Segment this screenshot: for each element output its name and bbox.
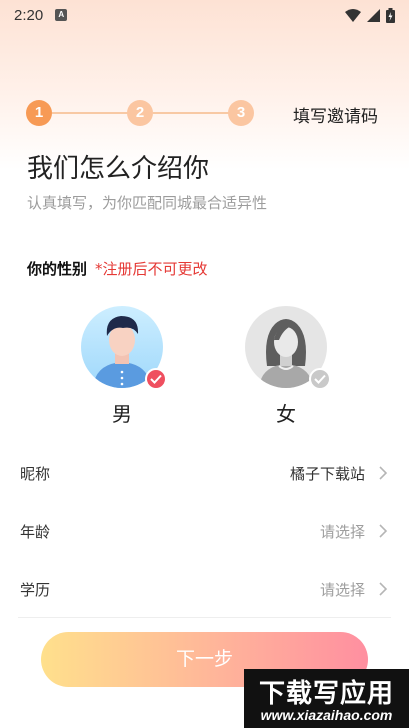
- gender-option-female[interactable]: [245, 306, 331, 390]
- gender-option-male[interactable]: [81, 306, 167, 390]
- education-label: 学历: [20, 580, 51, 599]
- form-row-age[interactable]: 年龄 请选择: [0, 502, 409, 560]
- status-time: 2:20: [14, 6, 44, 24]
- form-divider: [18, 617, 391, 618]
- battery-icon: [386, 7, 395, 23]
- age-label: 年龄: [20, 522, 51, 541]
- gender-heading: 你的性别 *注册后不可更改: [27, 258, 208, 279]
- watermark-logo: 下载写应用 www.xiazaihao.com: [244, 669, 409, 728]
- nickname-label: 昵称: [20, 464, 51, 483]
- page-subtitle: 认真填写，为你匹配同城最合适异性: [27, 194, 268, 212]
- gender-option-male-label[interactable]: 男: [102, 398, 142, 427]
- page-title: 我们怎么介绍你: [27, 154, 210, 184]
- status-icons: [345, 7, 395, 23]
- selected-check-icon: [145, 368, 167, 390]
- watermark-url: www.xiazaihao.com: [260, 707, 393, 723]
- wifi-icon: [345, 8, 361, 22]
- gender-option-female-label[interactable]: 女: [266, 398, 306, 427]
- step-2: 2: [127, 100, 153, 126]
- chevron-right-icon: [379, 466, 388, 480]
- form-row-education[interactable]: 学历 请选择: [0, 560, 409, 618]
- chevron-right-icon: [379, 524, 388, 538]
- nickname-value[interactable]: 橘子下载站: [290, 463, 365, 484]
- status-bar: 2:20 A: [0, 0, 409, 30]
- fill-invite-code-link[interactable]: 填写邀请码: [293, 102, 378, 127]
- watermark-title: 下载写应用: [258, 679, 394, 709]
- notification-badge-icon: A: [55, 9, 68, 21]
- gender-warning-note: *注册后不可更改: [95, 260, 208, 278]
- step-3: 3: [228, 100, 254, 126]
- step-1: 1: [26, 100, 52, 126]
- cell-signal-icon: [367, 8, 380, 22]
- unselected-check-icon: [309, 368, 331, 390]
- gender-label: 你的性别: [27, 260, 88, 278]
- chevron-right-icon: [379, 582, 388, 596]
- form-row-nickname[interactable]: 昵称 橘子下载站: [0, 444, 409, 502]
- age-select[interactable]: 请选择: [320, 521, 365, 542]
- step-indicator: 1 2 3: [26, 98, 256, 128]
- education-select[interactable]: 请选择: [320, 579, 365, 600]
